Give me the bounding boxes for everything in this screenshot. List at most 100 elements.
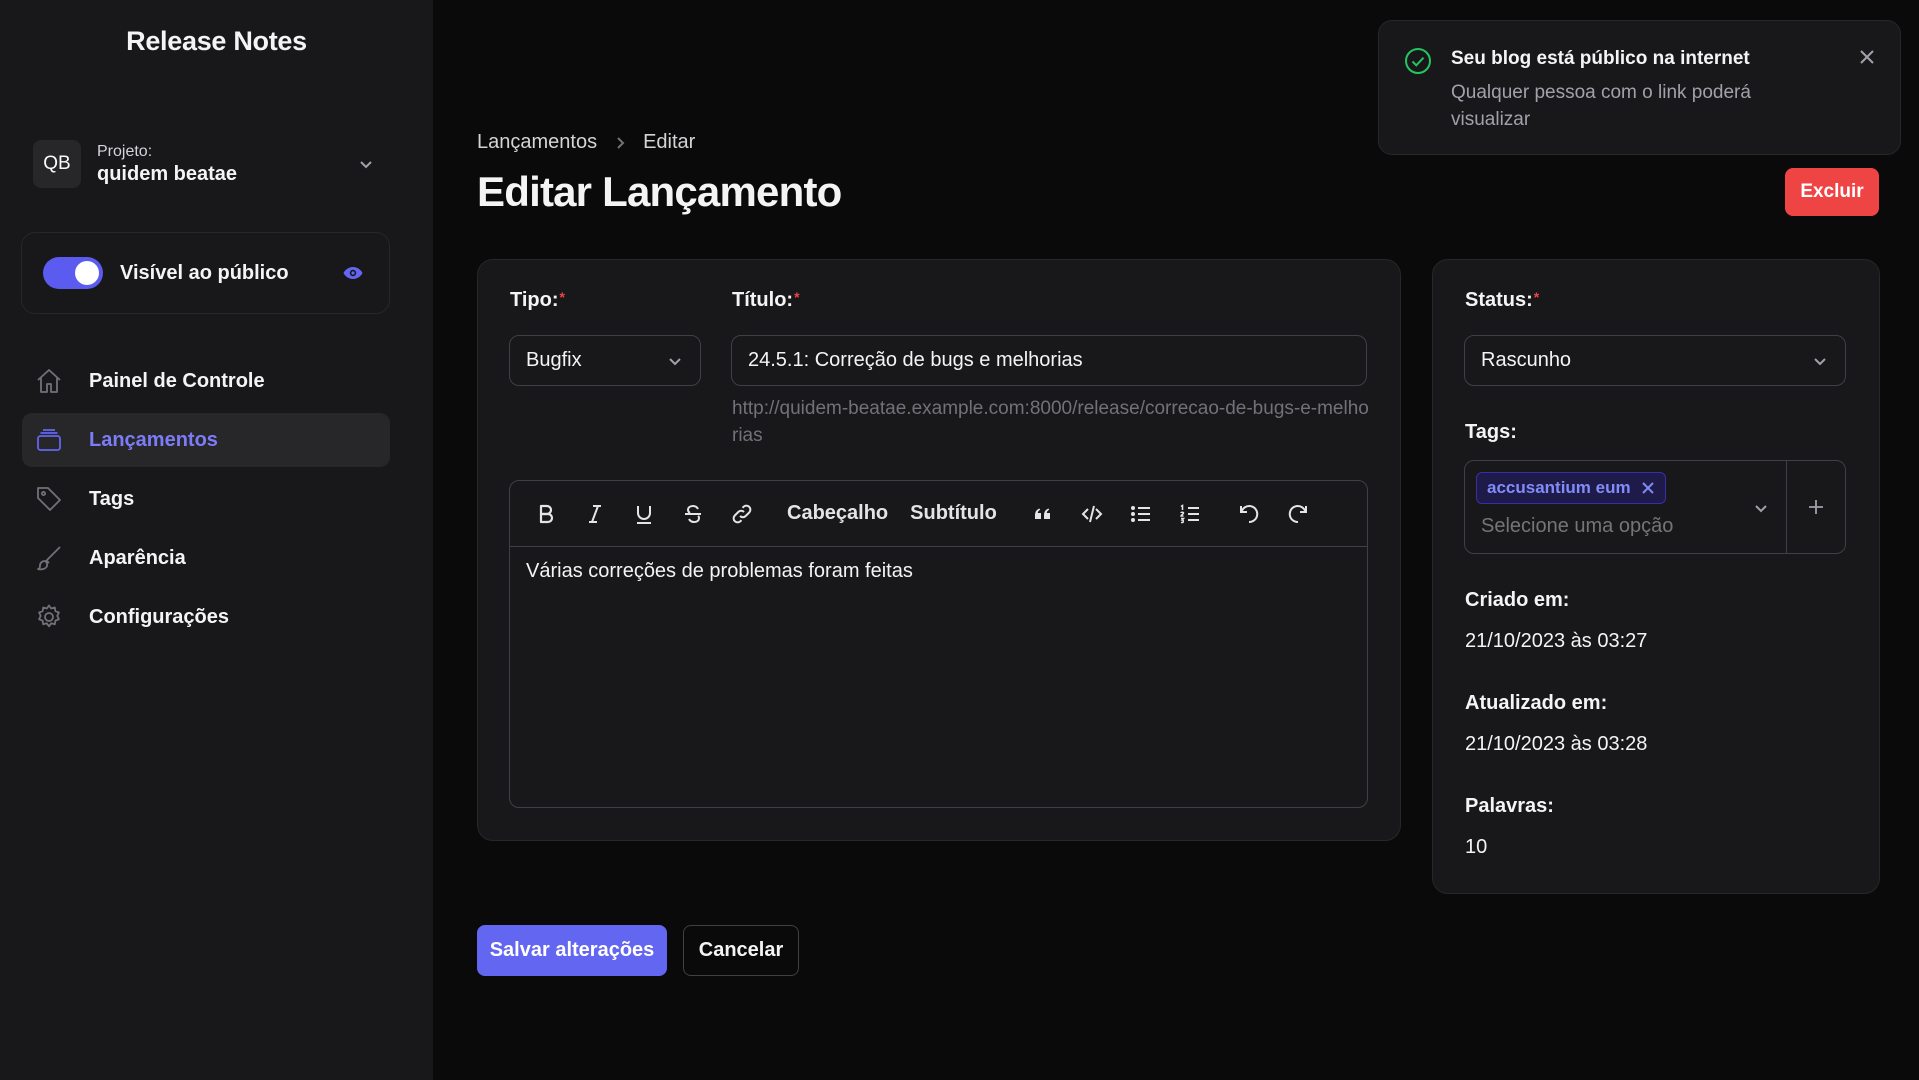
layers-icon [34, 425, 64, 455]
divider [1786, 461, 1787, 553]
sidebar-item-releases[interactable]: Lançamentos [22, 413, 390, 467]
title-input[interactable] [731, 335, 1367, 386]
page-title: Editar Lançamento [477, 168, 842, 215]
slug-url: http://quidem-beatae.example.com:8000/re… [732, 398, 1369, 446]
undo-button[interactable] [1231, 496, 1267, 532]
words-label: Palavras: [1465, 795, 1554, 817]
save-button[interactable]: Salvar alterações [477, 925, 667, 976]
sidebar-nav: Painel de Controle Lançamentos Tags Apar… [22, 354, 390, 649]
project-switcher[interactable]: QB Projeto: quidem beatae [33, 132, 378, 196]
underline-icon [637, 505, 651, 524]
app-title: Release Notes [126, 26, 307, 56]
release-meta-card: Status:* Rascunho Tags: accusantium eum … [1432, 259, 1880, 894]
quote-icon [1034, 508, 1050, 519]
sidebar-item-tags[interactable]: Tags [22, 472, 390, 526]
words-value: 10 [1465, 836, 1488, 858]
italic-icon [589, 504, 601, 523]
cancel-button[interactable]: Cancelar [683, 925, 799, 976]
breadcrumb: Lançamentos Editar [477, 131, 695, 154]
eye-icon[interactable] [341, 261, 365, 285]
type-label-text: Tipo: [510, 289, 559, 311]
editor-toolbar: Cabeçalho Subtítulo [510, 481, 1367, 547]
created-label: Criado em: [1465, 589, 1570, 611]
strikethrough-button[interactable] [675, 496, 711, 532]
status-select[interactable]: Rascunho [1464, 335, 1846, 386]
bullet-list-icon [1130, 505, 1150, 522]
sidebar-item-settings[interactable]: Configurações [22, 590, 390, 644]
undo-icon [1239, 504, 1259, 523]
italic-button[interactable] [577, 496, 613, 532]
bullet-list-button[interactable] [1123, 496, 1159, 532]
breadcrumb-link-releases[interactable]: Lançamentos [477, 131, 597, 154]
tags-search-input[interactable] [1481, 515, 1751, 538]
sidebar-item-label: Configurações [89, 605, 230, 628]
sidebar-item-label: Aparência [89, 546, 186, 569]
editor-content[interactable]: Várias correções de problemas foram feit… [510, 547, 1367, 596]
close-icon[interactable] [1857, 47, 1877, 67]
project-info: Projeto: quidem beatae [97, 143, 356, 186]
type-label: Tipo:* [510, 289, 565, 312]
status-label-text: Status: [1465, 289, 1533, 311]
brush-icon [34, 543, 64, 573]
status-select-value: Rascunho [1481, 349, 1572, 371]
sidebar-item-label: Painel de Controle [89, 369, 265, 392]
home-icon [34, 366, 64, 396]
code-button[interactable] [1074, 496, 1110, 532]
chevron-down-icon [360, 161, 372, 169]
required-mark: * [794, 289, 800, 305]
required-mark: * [559, 289, 565, 305]
breadcrumb-current: Editar [643, 131, 696, 153]
type-select[interactable]: Bugfix [509, 335, 701, 386]
toast-message: Qualquer pessoa com o link poderá visual… [1451, 82, 1751, 130]
strikethrough-icon [685, 504, 701, 523]
chevron-down-icon [1814, 357, 1826, 365]
tags-select[interactable]: accusantium eum [1464, 460, 1846, 554]
required-mark: * [1533, 289, 1540, 305]
title-label: Título:* [732, 289, 800, 312]
toast-title: Seu blog está público na internet [1451, 48, 1750, 69]
redo-icon [1288, 504, 1307, 523]
title-label-text: Título: [732, 289, 794, 311]
chevron-right-icon [617, 136, 625, 149]
heading-button[interactable]: Cabeçalho [783, 496, 892, 532]
code-icon [1081, 505, 1103, 522]
updated-label: Atualizado em: [1465, 692, 1608, 714]
chevron-down-icon[interactable] [1752, 499, 1770, 517]
tag-chip-label: accusantium eum [1487, 478, 1631, 497]
ordered-list-icon [1180, 503, 1199, 523]
release-form-card: Tipo:* Bugfix Título:* http://quidem-bea… [477, 259, 1401, 841]
plus-icon[interactable] [1801, 492, 1831, 522]
toast-notification: Seu blog está público na internet Qualqu… [1378, 20, 1901, 155]
updated-value: 21/10/2023 às 03:28 [1465, 733, 1648, 755]
ordered-list-button[interactable] [1172, 496, 1208, 532]
gear-icon [34, 602, 64, 632]
project-avatar: QB [33, 140, 81, 188]
sidebar-item-label: Lançamentos [89, 428, 218, 451]
sidebar-item-label: Tags [89, 487, 135, 510]
quote-button[interactable] [1025, 496, 1061, 532]
link-button[interactable] [724, 496, 760, 532]
tag-icon [34, 484, 64, 514]
sidebar-item-appearance[interactable]: Aparência [22, 531, 390, 585]
close-icon[interactable] [1641, 481, 1655, 495]
visibility-label: Visível ao público [120, 261, 289, 284]
delete-button[interactable]: Excluir [1785, 168, 1879, 216]
rich-text-editor: Cabeçalho Subtítulo Várias correções de … [509, 480, 1368, 808]
status-label: Status:* [1465, 289, 1539, 312]
sidebar-item-dashboard[interactable]: Painel de Controle [22, 354, 390, 408]
sidebar: Release Notes QB Projeto: quidem beatae … [0, 0, 433, 1080]
project-label: Projeto: [97, 142, 153, 160]
visibility-toggle[interactable] [43, 257, 103, 289]
chevron-down-icon [669, 357, 681, 365]
subtitle-button[interactable]: Subtítulo [906, 496, 1001, 532]
type-select-value: Bugfix [526, 349, 582, 371]
tags-label: Tags: [1465, 421, 1517, 443]
underline-button[interactable] [626, 496, 662, 532]
visibility-card: Visível ao público [21, 232, 390, 314]
bold-button[interactable] [528, 496, 564, 532]
link-icon [732, 504, 752, 523]
tag-chip: accusantium eum [1476, 472, 1666, 504]
redo-button[interactable] [1280, 496, 1316, 532]
toggle-knob [75, 261, 99, 285]
project-name: quidem beatae [97, 162, 238, 185]
